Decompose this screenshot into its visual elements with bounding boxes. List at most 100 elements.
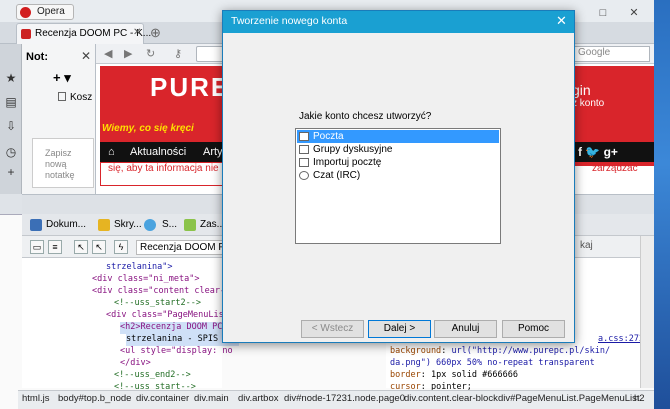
devtools-scrollbar[interactable] — [640, 236, 654, 388]
account-option-irc[interactable]: Czat (IRC) — [297, 169, 499, 182]
manage-text: zarządzać — [592, 163, 638, 174]
reload-icon[interactable]: ↻ — [146, 47, 155, 60]
social-links[interactable]: f 🐦 g+ — [570, 142, 654, 162]
account-option-import[interactable]: Importuj pocztę — [297, 156, 499, 169]
dom-line-text: <ul style="display: no — [120, 346, 233, 356]
css-property: background — [390, 346, 442, 356]
crumb-item[interactable]: div#node-17231.node.page0 — [284, 393, 405, 404]
menu-item-news[interactable]: Aktualności — [130, 146, 186, 158]
tab-documents[interactable]: Dokum... — [46, 219, 86, 230]
back-button[interactable]: < Wstecz — [301, 320, 364, 338]
documents-icon — [30, 219, 42, 231]
dom-line[interactable]: <div class="PageMenuList — [106, 310, 229, 322]
dock-icon[interactable]: ▭ — [30, 240, 44, 254]
css-property: border — [390, 370, 421, 380]
add-panel-icon[interactable]: + — [5, 166, 17, 178]
crumb-item[interactable]: div.container — [136, 393, 189, 404]
dom-line[interactable]: <div class="content clear-b — [92, 286, 230, 298]
social-icons: f 🐦 g+ — [578, 145, 618, 159]
css-rule-line[interactable]: border: 1px solid #666666 — [390, 370, 518, 382]
notes-panel-title: Not: — [26, 51, 48, 63]
network-icon — [144, 219, 156, 231]
account-option-label: Poczta — [313, 131, 344, 142]
dom-line-text: <div class="PageMenuList — [106, 310, 229, 320]
cancel-button[interactable]: Anuluj — [434, 320, 497, 338]
css-rule-line[interactable]: da.png") 660px 50% no-repeat transparent — [390, 358, 595, 370]
crumb-item[interactable]: body#top.b_node — [58, 393, 131, 404]
account-option-label: Czat (IRC) — [313, 170, 361, 181]
mail-icon — [299, 132, 309, 141]
dom-line[interactable]: strzelanina"> — [106, 262, 173, 274]
select-element-icon[interactable]: ↖ — [74, 240, 88, 254]
account-option-label: Importuj pocztę — [313, 157, 382, 168]
create-account-link[interactable]: ż konto — [572, 98, 604, 109]
home-icon[interactable]: ⌂ — [108, 146, 115, 158]
inspect-icon[interactable]: ↖ — [92, 240, 106, 254]
restore-window-icon[interactable]: □ — [597, 8, 609, 19]
account-option-newsgroups[interactable]: Grupy dyskusyjne — [297, 143, 499, 156]
help-button[interactable]: Pomoc — [502, 320, 565, 338]
add-note-button[interactable]: + ▾ — [53, 70, 71, 86]
account-option-label: Grupy dyskusyjne — [313, 144, 393, 155]
css-rule-line[interactable]: background: url("http://www.purepc.pl/sk… — [390, 346, 610, 358]
expand-icon[interactable]: ≡ — [48, 240, 62, 254]
dom-line[interactable]: <!--uss_end2--> — [114, 370, 191, 382]
side-panel: ★ ▤ ⇩ ◷ + — [0, 44, 22, 194]
resources-icon — [184, 219, 196, 231]
tab-favicon-icon — [21, 29, 31, 39]
crumb-item[interactable]: div.content.clear-block — [404, 393, 498, 404]
dom-line-text: <div class="ni_meta"> — [92, 274, 200, 284]
opera-menu-label: Opera — [37, 6, 65, 17]
right-pane-label: kaj — [580, 240, 593, 251]
css-value: 1px solid #666666 — [430, 370, 518, 380]
site-slogan: Wiemy, co się kręci — [102, 123, 194, 134]
tab-close-icon[interactable]: ✕ — [133, 27, 141, 38]
crumb-item[interactable]: div#PageMenuList.PageMenuList — [498, 393, 640, 404]
history-clock-icon[interactable]: ◷ — [5, 146, 17, 158]
dialog-close-icon[interactable]: ✕ — [556, 13, 567, 29]
key-icon[interactable]: ⚷ — [174, 47, 182, 60]
forward-icon[interactable]: ▶ — [124, 47, 132, 60]
close-window-icon[interactable]: ✕ — [628, 8, 640, 19]
dom-tree: strzelanina"> <div class="ni_meta"> <div… — [22, 258, 239, 392]
notice-text: się, aby ta informacja nie — [108, 163, 219, 174]
dom-line[interactable]: <ul style="display: no — [120, 346, 233, 358]
search-placeholder: Google — [578, 47, 611, 58]
trash-icon — [58, 92, 66, 101]
note-editor-placeholder: Zapisz nową notatkę — [45, 148, 75, 180]
dom-line-selected[interactable]: <h2>Recenzja DOOM PC - — [120, 322, 233, 334]
crumb-item[interactable]: h2 — [634, 393, 645, 404]
document-selector[interactable]: Recenzja DOOM PC - K — [136, 240, 226, 255]
notes-panel-icon[interactable]: ▤ — [5, 96, 17, 108]
opera-menu-button[interactable]: Opera — [16, 4, 74, 20]
browser-tab[interactable]: Recenzja DOOM PC - K... ✕ — [16, 23, 151, 44]
dom-line[interactable]: <!--uss_start2--> — [114, 298, 201, 310]
downloads-icon[interactable]: ⇩ — [5, 120, 17, 132]
lightning-icon[interactable]: ϟ — [114, 240, 128, 254]
opera-logo-icon — [20, 7, 31, 18]
bookmarks-star-icon[interactable]: ★ — [5, 72, 17, 84]
back-icon[interactable]: ◀ — [104, 47, 112, 60]
dom-line[interactable]: <div class="ni_meta"> — [92, 274, 199, 286]
chat-icon — [299, 171, 309, 180]
account-type-question: Jakie konto chcesz utworzyć? — [299, 111, 432, 122]
css-value: url("http://www.purepc.pl/skin/ — [451, 346, 611, 356]
css-source-link[interactable]: a.css:272 — [598, 334, 644, 346]
next-button[interactable]: Dalej > — [368, 320, 431, 338]
new-tab-icon[interactable]: ⊕ — [150, 25, 161, 41]
scripts-icon — [98, 219, 110, 231]
newsgroups-icon — [299, 145, 309, 154]
notes-trash-folder[interactable]: Kosz — [70, 92, 92, 103]
dialog-title: Tworzenie nowego konta — [231, 15, 348, 27]
account-option-mail[interactable]: Poczta — [297, 130, 499, 143]
crumb-item[interactable]: html.js — [22, 393, 49, 404]
crumb-item[interactable]: div.artbox — [238, 393, 278, 404]
tab-scripts[interactable]: Skry... — [114, 219, 142, 230]
crumb-item[interactable]: div.main — [194, 393, 229, 404]
menu-item-articles[interactable]: Arty — [203, 146, 223, 158]
dom-line-text: <h2>Recenzja DOOM PC - — [120, 322, 233, 332]
tab-network[interactable]: S... — [162, 219, 177, 230]
close-notes-icon[interactable]: ✕ — [81, 49, 91, 63]
dom-line-text: <div class="content clear-b — [92, 286, 231, 296]
dom-line[interactable]: </div> — [120, 358, 151, 370]
